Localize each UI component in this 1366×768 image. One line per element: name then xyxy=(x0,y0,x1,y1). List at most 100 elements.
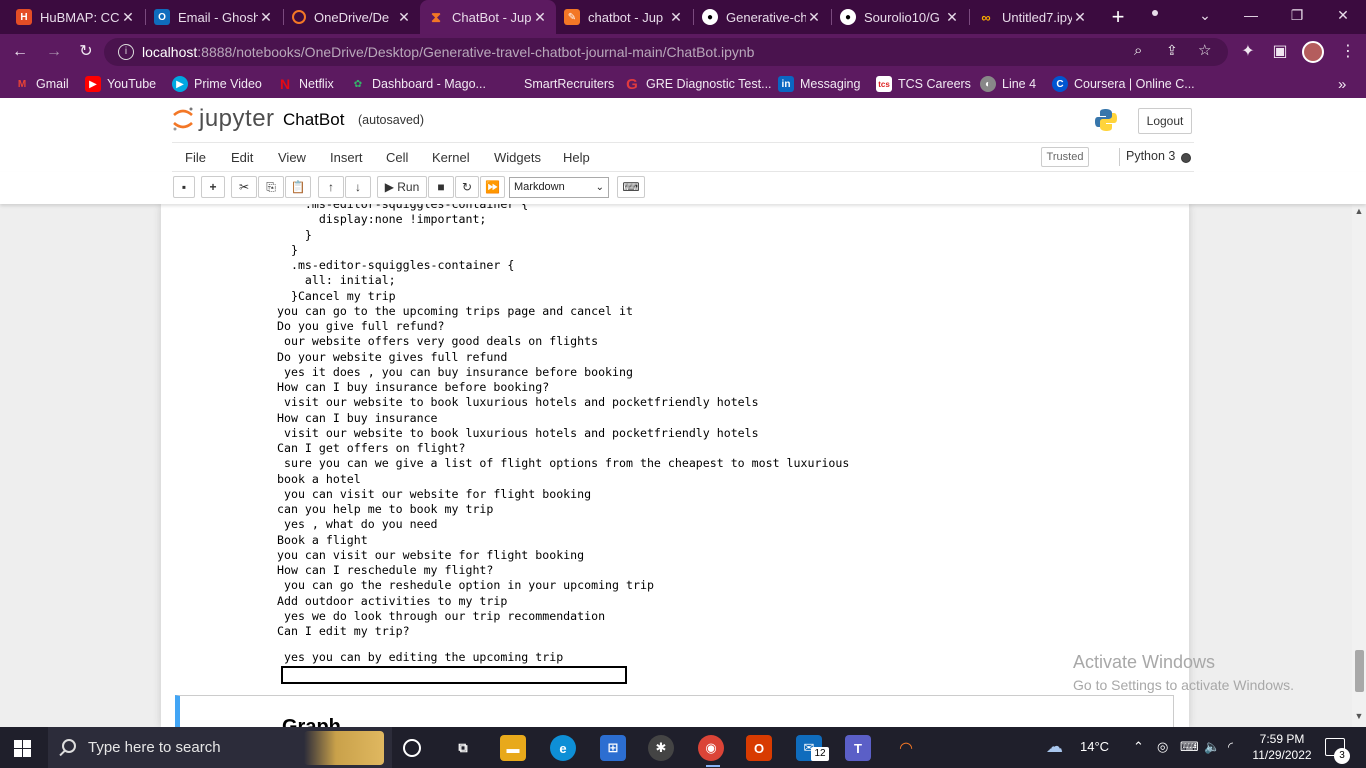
task-view-icon[interactable]: ⧉ xyxy=(450,735,476,761)
browser-tab-hubmap[interactable]: H HuBMAP: CCF ✕ xyxy=(8,0,144,34)
bookmark-gmail[interactable]: M Gmail xyxy=(14,75,69,93)
office-icon[interactable]: O xyxy=(746,735,772,761)
chrome-icon[interactable]: ◉ xyxy=(698,735,724,761)
input-method-icon[interactable]: ⌨ xyxy=(1180,739,1199,755)
vertical-scrollbar[interactable]: ▲ ▼ xyxy=(1352,204,1366,727)
interrupt-stop-icon[interactable]: ■ xyxy=(428,176,454,198)
wifi-icon[interactable]: ◜ xyxy=(1228,739,1233,755)
bookmark-star-icon[interactable]: ☆ xyxy=(1198,41,1211,59)
browser-tab-chatbot-2[interactable]: ✎ chatbot - Jup ✕ xyxy=(556,0,692,34)
bookmark-tcs[interactable]: tcs TCS Careers xyxy=(876,75,971,93)
minimize-icon[interactable]: — xyxy=(1228,0,1274,30)
chevron-down-icon: ⌄ xyxy=(595,182,604,193)
bookmark-smartrecruiters[interactable]: SmartRecruiters xyxy=(524,75,614,93)
close-tab-icon[interactable]: ✕ xyxy=(258,9,274,26)
weather-cloud-icon[interactable]: ☁ xyxy=(1046,737,1063,757)
scroll-down-icon[interactable]: ▼ xyxy=(1352,711,1366,725)
zoom-search-icon[interactable]: ⌕ xyxy=(1134,42,1142,59)
menu-kernel[interactable]: Kernel xyxy=(432,150,470,165)
notebook-scroll-area[interactable]: .ms-editor-squiggles-container { display… xyxy=(0,204,1352,727)
insert-cell-plus-icon[interactable]: + xyxy=(201,176,225,198)
restore-icon[interactable]: ❐ xyxy=(1274,0,1320,30)
bookmark-dashboard[interactable]: ✿ Dashboard - Mago... xyxy=(350,75,486,93)
close-tab-icon[interactable]: ✕ xyxy=(668,9,684,26)
new-tab-button[interactable]: + xyxy=(1106,5,1130,29)
microsoft-store-icon[interactable]: ⊞ xyxy=(600,735,626,761)
browser-tab-email[interactable]: O Email - Ghosh ✕ xyxy=(146,0,282,34)
scroll-up-icon[interactable]: ▲ xyxy=(1352,206,1366,220)
close-tab-icon[interactable]: ✕ xyxy=(1072,9,1088,26)
menu-view[interactable]: View xyxy=(278,150,306,165)
teams-icon[interactable]: T xyxy=(845,735,871,761)
taskbar-search[interactable]: Type here to search xyxy=(48,727,392,768)
command-palette-keyboard-icon[interactable]: ⌨ xyxy=(617,176,645,198)
browser-tab-github-generative[interactable]: ● Generative-ch ✕ xyxy=(694,0,830,34)
bookmark-youtube[interactable]: ▶ YouTube xyxy=(85,75,156,93)
cut-scissors-icon[interactable]: ✂ xyxy=(231,176,257,198)
move-up-arrow-icon[interactable]: ↑ xyxy=(318,176,344,198)
browser-menu-icon[interactable]: ⋮ xyxy=(1336,40,1360,64)
browser-tab-github-sourolio[interactable]: ● Sourolio10/G ✕ xyxy=(832,0,968,34)
edge-icon[interactable]: e xyxy=(550,735,576,761)
site-info-icon[interactable]: i xyxy=(118,44,134,60)
menu-edit[interactable]: Edit xyxy=(231,150,253,165)
tray-chevron-up-icon[interactable]: ⌃ xyxy=(1133,739,1144,755)
close-window-icon[interactable]: ✕ xyxy=(1320,0,1366,30)
camera-icon[interactable]: ◎ xyxy=(1157,739,1168,755)
menu-file[interactable]: File xyxy=(185,150,206,165)
bookmark-line4[interactable]: ◐ Line 4 xyxy=(980,75,1036,93)
notebook-name[interactable]: ChatBot xyxy=(283,110,344,130)
scrollbar-thumb[interactable] xyxy=(1355,650,1364,692)
menu-widgets[interactable]: Widgets xyxy=(494,150,541,165)
browser-tab-onedrive[interactable]: OneDrive/De ✕ xyxy=(284,0,420,34)
weather-temp[interactable]: 14°C xyxy=(1080,739,1109,754)
run-button[interactable]: ▶ Run xyxy=(377,176,427,198)
windows-start-icon[interactable] xyxy=(14,740,31,757)
jupyter-taskbar-icon[interactable]: ◠ xyxy=(893,735,919,761)
paste-icon[interactable]: 📋 xyxy=(285,176,311,198)
tab-search-chevron-icon[interactable]: ⌄ xyxy=(1182,0,1228,30)
browser-tab-chatbot-active[interactable]: ⧗ ChatBot - Jup ✕ xyxy=(420,0,556,34)
address-bar[interactable]: i localhost:8888/notebooks/OneDrive/Desk… xyxy=(104,38,1228,66)
menu-help[interactable]: Help xyxy=(563,150,590,165)
jupyter-logo-icon[interactable] xyxy=(172,106,194,132)
restart-run-all-icon[interactable]: ⏩ xyxy=(480,176,505,198)
logout-button[interactable]: Logout xyxy=(1138,108,1192,134)
output-input-box[interactable] xyxy=(281,666,627,684)
bookmark-prime-video[interactable]: ▶ Prime Video xyxy=(172,75,262,93)
kernel-name[interactable]: Python 3 xyxy=(1126,149,1175,163)
bookmark-netflix[interactable]: N Netflix xyxy=(277,75,334,93)
cortana-icon[interactable] xyxy=(403,739,421,757)
close-tab-icon[interactable]: ✕ xyxy=(396,9,412,26)
bookmark-gre[interactable]: G GRE Diagnostic Test... xyxy=(624,75,771,93)
close-tab-icon[interactable]: ✕ xyxy=(532,9,548,26)
jupyter-brand[interactable]: jupyter xyxy=(199,105,275,133)
close-tab-icon[interactable]: ✕ xyxy=(120,9,136,26)
restart-kernel-icon[interactable]: ↻ xyxy=(455,176,479,198)
bookmark-messaging[interactable]: in Messaging xyxy=(778,75,860,93)
slack-icon[interactable]: ✱ xyxy=(648,735,674,761)
browser-tab-colab[interactable]: ∞ Untitled7.ipyn ✕ xyxy=(970,0,1096,34)
menu-cell[interactable]: Cell xyxy=(386,150,408,165)
move-down-arrow-icon[interactable]: ↓ xyxy=(345,176,371,198)
bookmark-coursera[interactable]: C Coursera | Online C... xyxy=(1052,75,1195,93)
taskbar-clock[interactable]: 7:59 PM 11/29/2022 xyxy=(1250,731,1314,763)
copy-icon[interactable]: ⎘ xyxy=(258,176,284,198)
side-panel-icon[interactable]: ▣ xyxy=(1268,40,1292,64)
trusted-badge[interactable]: Trusted xyxy=(1041,147,1089,167)
forward-arrow-icon[interactable]: → xyxy=(42,40,66,64)
extensions-puzzle-icon[interactable]: ✦ xyxy=(1236,40,1260,64)
menu-insert[interactable]: Insert xyxy=(330,150,363,165)
share-icon[interactable]: ⇪ xyxy=(1166,42,1178,59)
reload-icon[interactable]: ↻ xyxy=(74,40,98,64)
markdown-cell-selected[interactable]: Graph xyxy=(175,695,1174,727)
back-arrow-icon[interactable]: ← xyxy=(8,40,32,64)
volume-icon[interactable]: 🔈 xyxy=(1204,739,1220,755)
close-tab-icon[interactable]: ✕ xyxy=(806,9,822,26)
file-explorer-icon[interactable]: ▬ xyxy=(500,735,526,761)
profile-avatar[interactable] xyxy=(1302,41,1324,63)
cell-type-select[interactable]: Markdown ⌄ xyxy=(509,177,609,198)
save-icon[interactable]: ▪ xyxy=(173,176,195,198)
bookmarks-overflow-icon[interactable]: » xyxy=(1338,75,1346,93)
close-tab-icon[interactable]: ✕ xyxy=(944,9,960,26)
